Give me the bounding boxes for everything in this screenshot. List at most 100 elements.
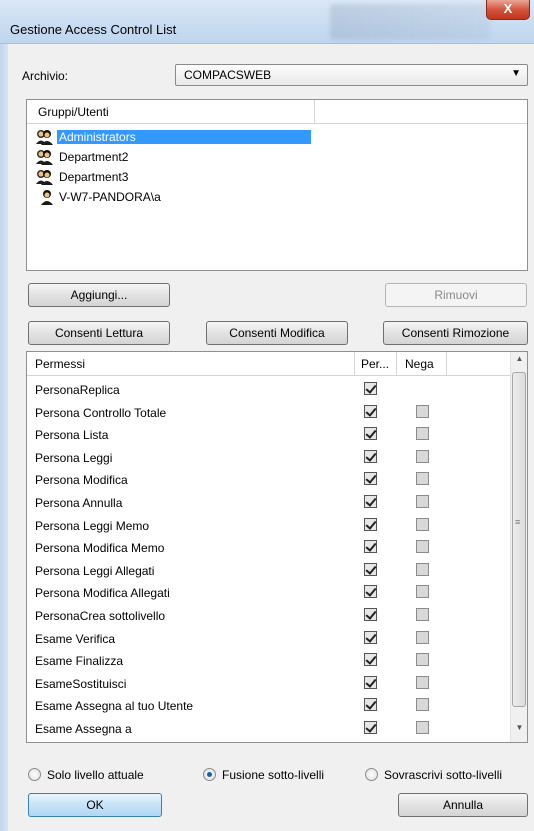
user-name: V-W7-PANDORA\a: [59, 190, 161, 204]
deny-checkbox[interactable]: [416, 721, 429, 734]
radio-label: Sovrascrivi sotto-livelli: [384, 768, 503, 782]
scrollbar-thumb[interactable]: [512, 372, 526, 707]
archivio-label: Archivio:: [22, 69, 69, 83]
user-list-item[interactable]: Department3: [31, 168, 331, 186]
users-column-header[interactable]: Gruppi/Utenti: [27, 100, 315, 124]
allow-checkbox[interactable]: [364, 585, 377, 599]
deny-checkbox[interactable]: [416, 585, 429, 599]
allow-checkbox[interactable]: [364, 449, 377, 463]
permissions-scrollbar[interactable]: ▲ ≡ ▼: [510, 352, 527, 742]
ok-button[interactable]: OK: [28, 793, 162, 817]
permission-row[interactable]: Esame Assegna a: [27, 718, 510, 740]
allow-checkbox[interactable]: [364, 404, 377, 418]
user-list-item[interactable]: Administrators: [31, 128, 331, 146]
deny-checkbox[interactable]: [416, 472, 429, 486]
deny-checkbox[interactable]: [416, 404, 429, 418]
archivio-select[interactable]: COMPACSWEB ▼: [175, 64, 528, 86]
user-name: Department2: [59, 150, 129, 164]
permission-name: Persona Modifica Memo: [35, 541, 165, 556]
remove-button[interactable]: Rimuovi: [385, 283, 527, 307]
title-bar: Gestione Access Control List X: [0, 0, 534, 44]
radio-label: Solo livello attuale: [47, 768, 144, 782]
user-icon: [35, 189, 53, 205]
allow-checkbox[interactable]: [364, 721, 377, 734]
cancel-button[interactable]: Annulla: [398, 793, 528, 817]
user-list-item[interactable]: Department2: [31, 148, 331, 166]
allow-read-button[interactable]: Consenti Lettura: [28, 321, 170, 345]
user-list-item[interactable]: V-W7-PANDORA\a: [31, 188, 331, 206]
permission-name: PersonaReplica: [35, 383, 120, 397]
allow-checkbox[interactable]: [364, 472, 377, 486]
deny-checkbox[interactable]: [416, 449, 429, 463]
deny-checkbox[interactable]: [416, 427, 429, 441]
permission-row[interactable]: Persona Leggi Memo: [27, 515, 510, 537]
user-name: Department3: [59, 170, 129, 184]
archivio-value: COMPACSWEB: [184, 68, 272, 82]
chevron-down-icon: ▼: [511, 68, 521, 79]
permission-row[interactable]: Persona Annulla: [27, 492, 510, 514]
permission-row[interactable]: Persona Leggi Allegati: [27, 560, 510, 582]
close-button[interactable]: X: [486, 0, 530, 20]
deny-checkbox[interactable]: [416, 517, 429, 531]
permission-row[interactable]: Persona Leggi: [27, 447, 510, 469]
acl-dialog: Gestione Access Control List X Archivio:…: [0, 0, 534, 831]
permissions-header: Permessi Per... Nega: [27, 352, 510, 376]
permission-row[interactable]: PersonaReplica: [27, 379, 510, 401]
permission-row[interactable]: Esame Finalizza: [27, 650, 510, 672]
allow-checkbox[interactable]: [364, 562, 377, 576]
radio-dot[interactable]: [28, 768, 41, 781]
permission-row[interactable]: Persona Lista: [27, 424, 510, 446]
radio-dot[interactable]: [203, 768, 216, 781]
allow-checkbox[interactable]: [364, 698, 377, 712]
scroll-down-icon[interactable]: ▼: [511, 723, 527, 740]
allow-modify-button[interactable]: Consenti Modifica: [206, 321, 348, 345]
deny-checkbox[interactable]: [416, 495, 429, 508]
deny-checkbox[interactable]: [416, 675, 429, 689]
window-title: Gestione Access Control List: [10, 22, 177, 37]
allow-checkbox[interactable]: [364, 608, 377, 621]
permission-name: Persona Leggi Memo: [35, 518, 150, 533]
add-button[interactable]: Aggiungi...: [28, 283, 170, 307]
permission-name: Esame Assegna al tuo Utente: [35, 699, 194, 714]
deny-checkbox[interactable]: [416, 540, 429, 554]
permissions-deny-header[interactable]: Nega: [397, 352, 447, 376]
deny-checkbox[interactable]: [416, 630, 429, 644]
permission-row[interactable]: EsameSostituisci: [27, 673, 510, 695]
allow-checkbox[interactable]: [364, 517, 377, 531]
allow-checkbox[interactable]: [364, 675, 377, 689]
users-list[interactable]: Gruppi/Utenti Administrators Department2 D…: [26, 99, 528, 271]
deny-checkbox[interactable]: [416, 698, 429, 712]
permission-name: EsameSostituisci: [35, 676, 127, 691]
allow-checkbox[interactable]: [364, 630, 377, 644]
permission-name: Persona Annulla: [35, 496, 123, 510]
permission-name: Persona Leggi Allegati: [35, 563, 155, 578]
permission-name: Persona Controllo Totale: [35, 405, 167, 420]
grip-icon: ≡: [515, 517, 521, 527]
permission-row[interactable]: Persona Modifica: [27, 469, 510, 491]
allow-checkbox[interactable]: [364, 495, 377, 508]
permissions-allow-header[interactable]: Per...: [355, 352, 397, 376]
permissions-name-header[interactable]: Permessi: [27, 352, 355, 376]
permission-row[interactable]: Esame Assegna al tuo Utente: [27, 695, 510, 717]
permission-row[interactable]: Persona Controllo Totale: [27, 402, 510, 424]
allow-remove-button[interactable]: Consenti Rimozione: [383, 321, 528, 345]
window-left-edge: [0, 44, 8, 831]
allow-checkbox[interactable]: [364, 382, 377, 395]
permissions-table[interactable]: Permessi Per... Nega PersonaReplica Perso…: [26, 351, 528, 743]
deny-checkbox[interactable]: [416, 562, 429, 576]
allow-checkbox[interactable]: [364, 540, 377, 554]
deny-checkbox[interactable]: [416, 653, 429, 667]
deny-checkbox[interactable]: [416, 608, 429, 621]
permission-row[interactable]: Esame Verifica: [27, 628, 510, 650]
scroll-up-icon[interactable]: ▲: [511, 354, 527, 371]
permission-row[interactable]: Persona Modifica Allegati: [27, 582, 510, 604]
background-window-blur: [330, 4, 490, 40]
allow-checkbox[interactable]: [364, 653, 377, 667]
permission-row[interactable]: Persona Modifica Memo: [27, 537, 510, 559]
permission-name: Esame Assegna a: [35, 722, 132, 736]
radio-dot[interactable]: [365, 768, 378, 781]
permission-name: Persona Modifica: [35, 473, 128, 488]
group-icon: [35, 129, 53, 145]
permission-row[interactable]: PersonaCrea sottolivello: [27, 605, 510, 627]
allow-checkbox[interactable]: [364, 427, 377, 441]
